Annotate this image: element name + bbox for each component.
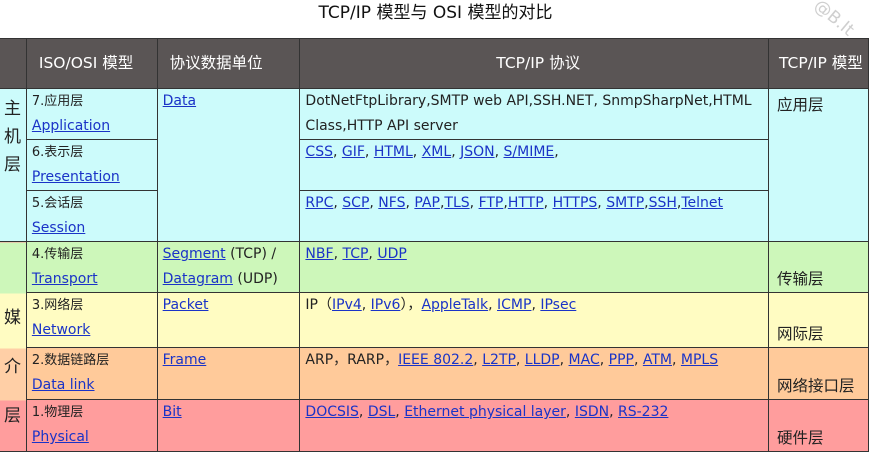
protocol-link[interactable]: Ethernet physical layer [404, 404, 566, 420]
page-title: TCP/IP 模型与 OSI 模型的对比 [318, 3, 553, 23]
protocols-cell: NBF, TCP, UDP [299, 241, 769, 293]
protocols-cell: ARP，RARP，IEEE 802.2, L2TP, LLDP, MAC, PP… [299, 347, 769, 400]
protocols-cell: IP（IPv4, IPv6），AppleTalk, ICMP, IPsec [299, 292, 769, 348]
protocol-link[interactable]: Telnet [681, 195, 723, 211]
osi-layer-cell: 7.应用层 Application [25, 88, 158, 140]
protocol-link[interactable]: GIF [342, 144, 365, 160]
media-layer-label: 媒 介 层 [0, 241, 27, 452]
protocol-link[interactable]: ISDN [575, 404, 609, 420]
unit-cell: Data [156, 88, 301, 242]
header-osi: ISO/OSI 模型 [25, 38, 158, 89]
layer-link-application[interactable]: Application [32, 118, 110, 134]
protocols-cell: RPC, SCP, NFS, PAP,TLS, FTP,HTTP, HTTPS,… [299, 190, 769, 242]
layer-link-network[interactable]: Network [32, 322, 90, 338]
osi-layer-cell: 4.传输层 Transport [25, 241, 158, 293]
layer-link-session[interactable]: Session [32, 220, 85, 236]
layer-name: 7.应用层 [31, 94, 84, 109]
osi-layer-cell: 6.表示层 Presentation [25, 139, 158, 191]
protocol-link[interactable]: SMTP [606, 195, 644, 211]
table-row: 3.网络层 Network Packet IP（IPv4, IPv6），Appl… [0, 292, 870, 348]
protocol-link[interactable]: AppleTalk [421, 297, 488, 313]
tcpip-layer-cell: 传输层 [767, 241, 870, 293]
osi-layer-cell: 3.网络层 Network [25, 292, 158, 348]
tcpip-layer-cell: 网际层 [767, 292, 870, 348]
protocol-link[interactable]: RS-232 [618, 404, 668, 420]
protocol-link[interactable]: HTML [374, 144, 413, 160]
header-tcpip: TCP/IP 模型 [767, 38, 870, 89]
table-header-row: ISO/OSI 模型 协议数据单位 TCP/IP 协议 TCP/IP 模型 [0, 38, 870, 89]
protocol-link[interactable]: RPC [305, 195, 333, 211]
protocol-link[interactable]: TLS [444, 195, 469, 211]
layer-link-data-link[interactable]: Data link [32, 377, 95, 393]
protocol-link[interactable]: MAC [569, 352, 600, 368]
protocol-link[interactable]: ICMP [497, 297, 531, 313]
layer-name: 2.数据链路层 [31, 353, 110, 368]
protocol-link[interactable]: NFS [378, 195, 405, 211]
protocol-link[interactable]: MPLS [681, 352, 718, 368]
unit-link-packet[interactable]: Packet [163, 297, 209, 313]
layer-name: 3.网络层 [31, 298, 84, 313]
protocol-link[interactable]: ATM [643, 352, 672, 368]
protocol-link[interactable]: FTP [479, 195, 504, 211]
protocol-link[interactable]: CSS [305, 144, 333, 160]
protocol-link[interactable]: L2TP [482, 352, 516, 368]
protocol-link[interactable]: IEEE 802.2 [398, 352, 473, 368]
protocol-link[interactable]: SCP [342, 195, 369, 211]
tcpip-layer-cell: 网络接口层 [767, 347, 870, 400]
protocol-link[interactable]: PAP [414, 195, 440, 211]
layer-name: 4.传输层 [31, 247, 84, 262]
protocols-text: DotNetFtpLibrary,SMTP web API,SSH.NET, S… [305, 93, 752, 134]
osi-layer-cell: 5.会话层 Session [25, 190, 158, 242]
table-row: 媒 介 层 4.传输层 Transport Segment (TCP) / Da… [0, 241, 870, 452]
protocol-link[interactable]: IPsec [540, 297, 576, 313]
protocol-link[interactable]: HTTP [508, 195, 544, 211]
protocol-link[interactable]: HTTPS [553, 195, 598, 211]
layer-link-transport[interactable]: Transport [32, 271, 98, 287]
protocol-link[interactable]: SSH [649, 195, 677, 211]
unit-link-frame[interactable]: Frame [163, 352, 207, 368]
unit-text: (UDP) [232, 271, 278, 287]
protocol-link[interactable]: UDP [377, 246, 406, 262]
osi-layer-cell: 2.数据链路层 Data link [25, 347, 158, 400]
table-row: 2.数据链路层 Data link Frame ARP，RARP，IEEE 80… [0, 347, 870, 400]
layer-name: 1.物理层 [31, 405, 84, 420]
layer-link-physical[interactable]: Physical [32, 429, 89, 445]
table-row: 6.表示层 Presentation CSS, GIF, HTML, XML, … [0, 139, 869, 191]
layer-name: 6.表示层 [31, 145, 84, 160]
tcpip-layer-cell: 应用层 [767, 88, 870, 242]
header-unit: 协议数据单位 [156, 38, 301, 89]
unit-link-segment[interactable]: Segment [163, 246, 226, 262]
unit-link-data[interactable]: Data [163, 93, 196, 109]
protocol-link[interactable]: DSL [368, 404, 395, 420]
table-row: 5.会话层 Session RPC, SCP, NFS, PAP,TLS, FT… [0, 190, 869, 242]
comparison-table: ISO/OSI 模型 协议数据单位 TCP/IP 协议 TCP/IP 模型 主 … [0, 38, 870, 452]
protocols-cell: CSS, GIF, HTML, XML, JSON, S/MIME, [299, 139, 769, 191]
unit-link-datagram[interactable]: Datagram [163, 271, 233, 287]
unit-text: (TCP) / [225, 246, 277, 262]
protocol-link[interactable]: IPv4 [332, 297, 362, 313]
header-protocols: TCP/IP 协议 [299, 38, 769, 89]
layer-link-presentation[interactable]: Presentation [32, 169, 120, 185]
protocol-link[interactable]: LLDP [525, 352, 560, 368]
protocols-cell: DotNetFtpLibrary,SMTP web API,SSH.NET, S… [299, 88, 769, 140]
unit-cell: Segment (TCP) / Datagram (UDP) [156, 241, 301, 293]
unit-cell: Frame [156, 347, 301, 400]
protocol-link[interactable]: JSON [460, 144, 495, 160]
layer-name: 5.会话层 [31, 196, 84, 211]
protocol-link[interactable]: TCP [342, 246, 368, 262]
protocol-link[interactable]: S/MIME [504, 144, 555, 160]
protocol-link[interactable]: DOCSIS [305, 404, 358, 420]
host-layer-label: 主 机 层 [0, 88, 27, 242]
header-side [0, 38, 27, 89]
table-row: 主 机 层 7.应用层 Application Data DotNetFtpLi… [0, 88, 870, 242]
unit-cell: Packet [156, 292, 301, 348]
unit-link-bit[interactable]: Bit [163, 404, 182, 420]
protocol-link[interactable]: PPP [609, 352, 634, 368]
protocol-link[interactable]: NBF [305, 246, 333, 262]
protocol-link[interactable]: IPv6 [371, 297, 401, 313]
protocol-link[interactable]: XML [422, 144, 451, 160]
